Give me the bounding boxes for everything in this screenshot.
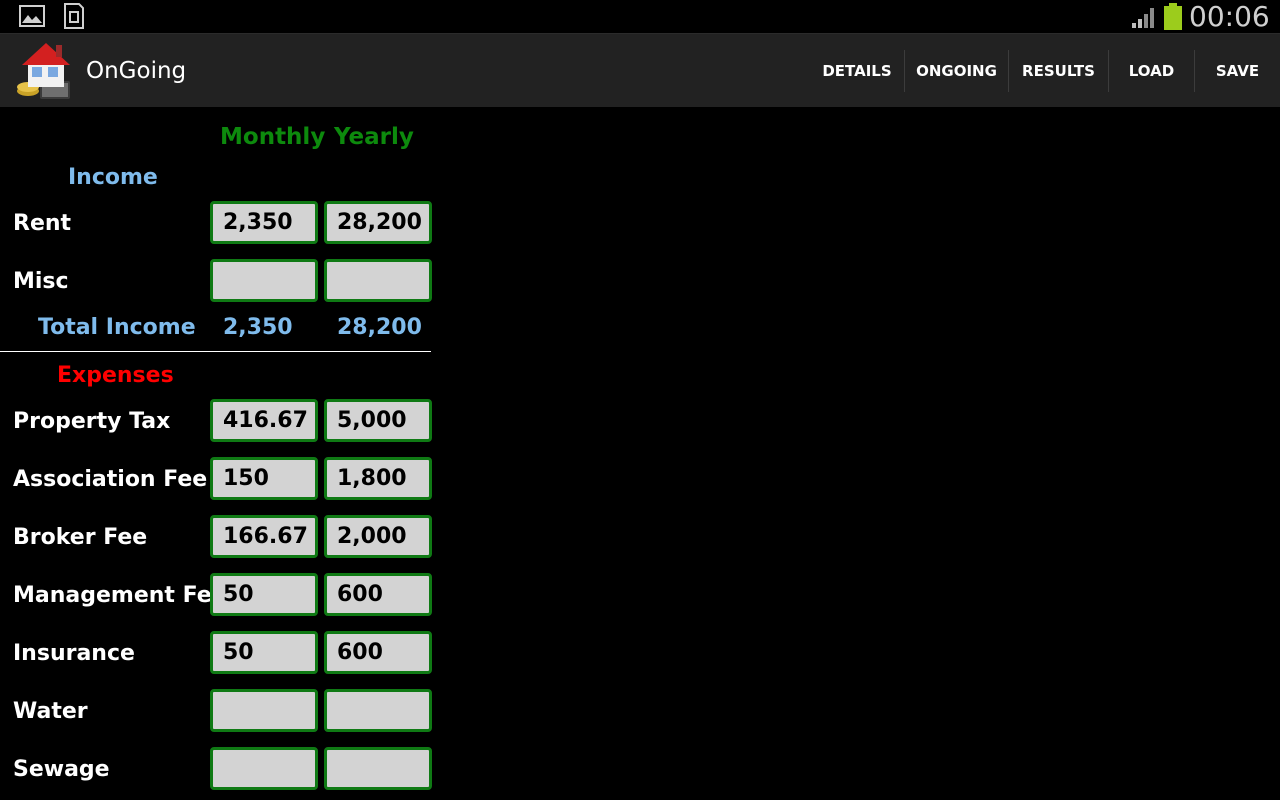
property-tax-monthly-input[interactable]: 416.67 xyxy=(210,399,318,442)
rent-yearly-input[interactable]: 28,200 xyxy=(324,201,432,244)
property-tax-label: Property Tax xyxy=(13,409,171,434)
total-income-label: Total Income xyxy=(38,315,196,340)
association-fee-yearly-input[interactable]: 1,800 xyxy=(324,457,432,500)
insurance-monthly-input[interactable]: 50 xyxy=(210,631,318,674)
load-button[interactable]: LOAD xyxy=(1109,34,1194,108)
broker-fee-yearly-input[interactable]: 2,000 xyxy=(324,515,432,558)
clock: 00:06 xyxy=(1189,0,1270,33)
sd-card-icon xyxy=(64,3,84,29)
app-title: OnGoing xyxy=(86,58,187,84)
battery-icon xyxy=(1164,3,1182,30)
misc-label: Misc xyxy=(13,269,69,294)
sewage-label: Sewage xyxy=(13,757,110,782)
save-button[interactable]: SAVE xyxy=(1195,34,1280,108)
sewage-yearly-input[interactable] xyxy=(324,747,432,790)
house-logo-icon[interactable] xyxy=(14,39,78,103)
association-fee-monthly-input[interactable]: 150 xyxy=(210,457,318,500)
status-bar: 00:06 xyxy=(0,0,1280,33)
total-income-monthly: 2,350 xyxy=(223,315,293,340)
details-button[interactable]: DETAILS xyxy=(810,34,904,108)
broker-fee-monthly-input[interactable]: 166.67 xyxy=(210,515,318,558)
management-fee-yearly-input[interactable]: 600 xyxy=(324,573,432,616)
monthly-column-heading: Monthly xyxy=(220,124,326,150)
results-button[interactable]: RESULTS xyxy=(1009,34,1108,108)
water-monthly-input[interactable] xyxy=(210,689,318,732)
broker-fee-label: Broker Fee xyxy=(13,525,148,550)
water-label: Water xyxy=(13,699,88,724)
property-tax-yearly-input[interactable]: 5,000 xyxy=(324,399,432,442)
expenses-heading: Expenses xyxy=(57,363,174,388)
rent-monthly-input[interactable]: 2,350 xyxy=(210,201,318,244)
management-fee-monthly-input[interactable]: 50 xyxy=(210,573,318,616)
section-divider xyxy=(0,351,431,352)
water-yearly-input[interactable] xyxy=(324,689,432,732)
income-heading: Income xyxy=(68,165,158,190)
ongoing-form: Monthly Yearly Income Rent 2,350 28,200 … xyxy=(0,108,1280,800)
insurance-label: Insurance xyxy=(13,641,135,666)
misc-yearly-input[interactable] xyxy=(324,259,432,302)
gallery-icon xyxy=(19,5,45,27)
management-fee-label: Management Fee xyxy=(13,583,227,608)
signal-icon xyxy=(1132,8,1154,28)
association-fee-label: Association Fee xyxy=(13,467,208,492)
yearly-column-heading: Yearly xyxy=(334,124,414,150)
total-income-yearly: 28,200 xyxy=(337,315,422,340)
insurance-yearly-input[interactable]: 600 xyxy=(324,631,432,674)
ongoing-button[interactable]: ONGOING xyxy=(905,34,1008,108)
sewage-monthly-input[interactable] xyxy=(210,747,318,790)
misc-monthly-input[interactable] xyxy=(210,259,318,302)
action-bar: OnGoing DETAILS ONGOING RESULTS LOAD SAV… xyxy=(0,33,1280,107)
rent-label: Rent xyxy=(13,211,72,236)
